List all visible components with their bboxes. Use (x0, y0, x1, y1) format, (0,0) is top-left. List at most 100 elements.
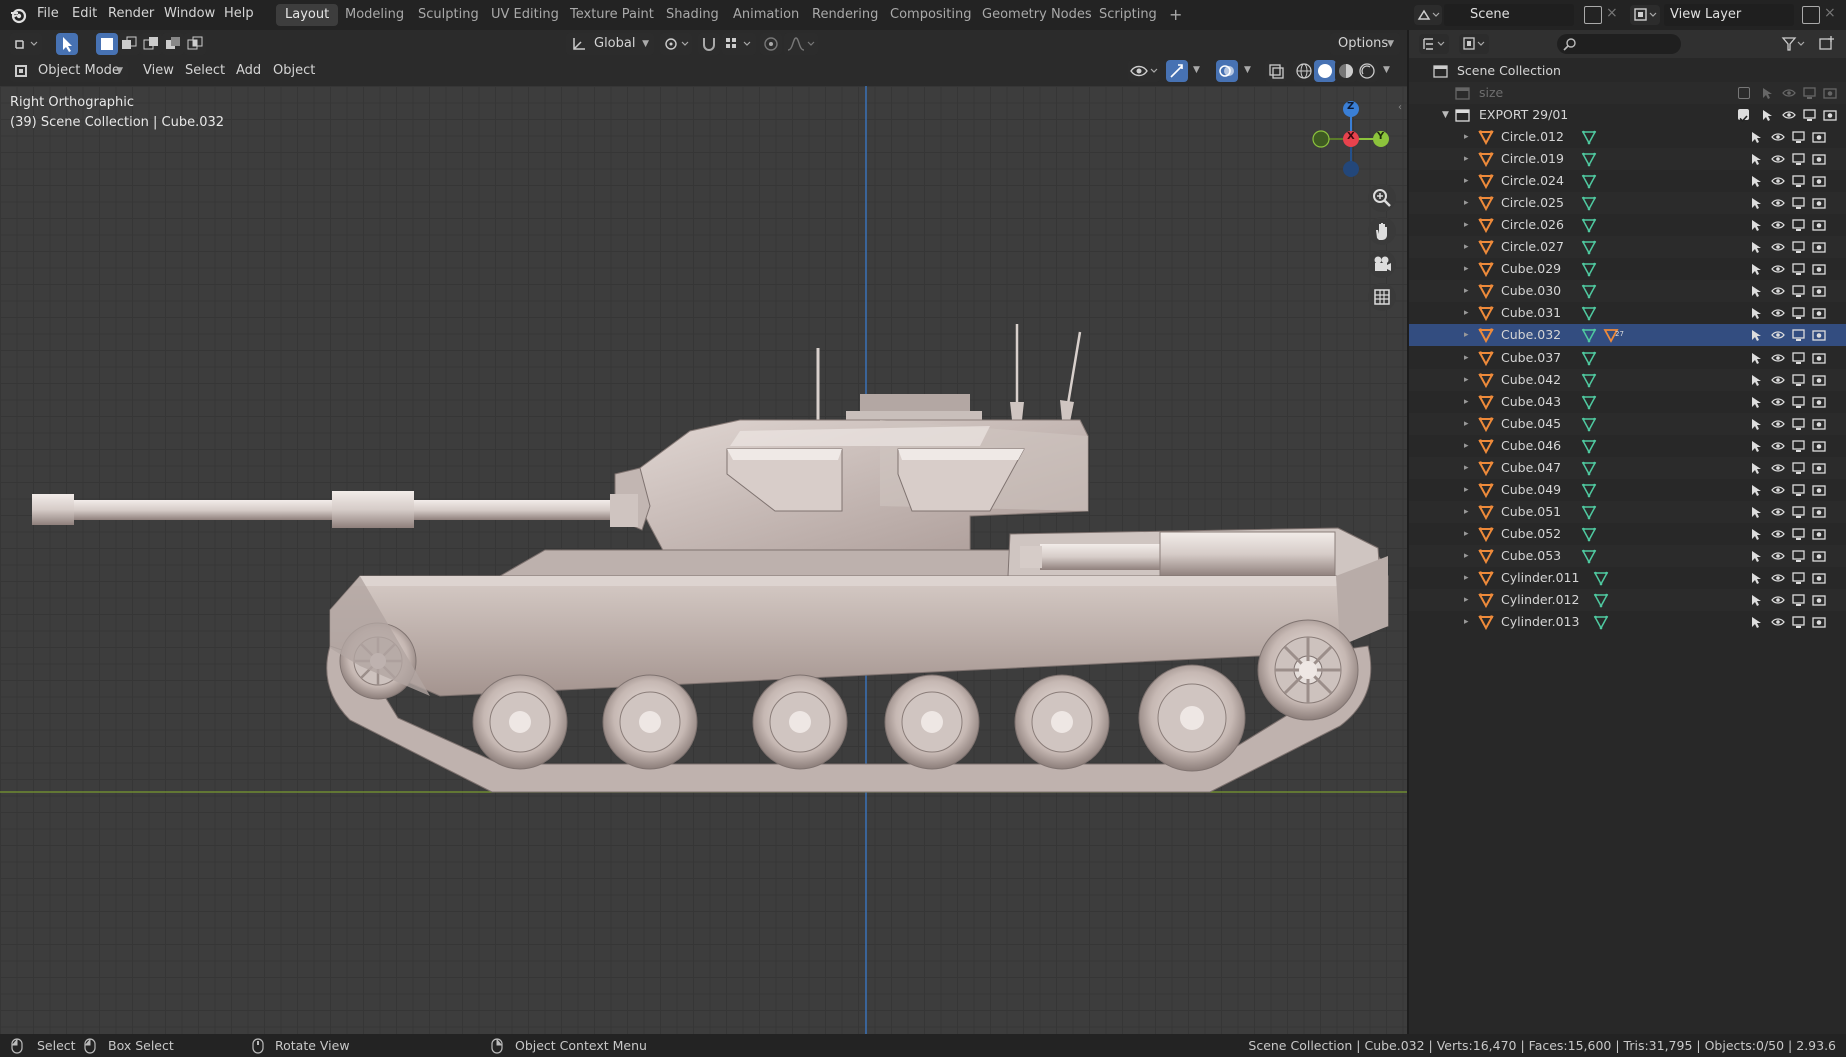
row-visibility-icons[interactable] (1748, 371, 1830, 389)
row-visibility-icons[interactable] (1748, 172, 1830, 190)
outliner-object-row[interactable]: ▸ Cube.032 27 (1409, 324, 1846, 347)
zoom-view-icon[interactable] (1368, 184, 1396, 212)
navigation-gizmo[interactable]: Z Y X (1306, 96, 1396, 186)
tab-uv-editing[interactable]: UV Editing (482, 4, 568, 26)
camera-view-icon[interactable] (1368, 250, 1396, 278)
outliner-object-row[interactable]: ▸ Cube.046 (1409, 435, 1846, 457)
select-invert-icon[interactable] (162, 33, 184, 55)
mesh-data-icon[interactable] (1581, 372, 1597, 388)
row-visibility-icons[interactable] (1748, 282, 1830, 300)
mesh-data-icon[interactable] (1581, 350, 1597, 366)
options-dropdown[interactable]: Options ▼ (1330, 33, 1400, 55)
outliner-object-row[interactable]: ▸ Cube.049 (1409, 479, 1846, 501)
mesh-data-icon[interactable] (1581, 305, 1597, 321)
view-layer-type-icon[interactable] (1630, 5, 1660, 25)
mesh-data-icon[interactable] (1581, 261, 1597, 277)
export-collection-row[interactable]: ▼ EXPORT 29/01 (1409, 104, 1846, 126)
row-visibility-icons[interactable] (1748, 150, 1830, 168)
mesh-data-icon[interactable] (1593, 592, 1609, 608)
outliner-object-row[interactable]: ▸ Circle.027 (1409, 236, 1846, 259)
expand-triangle-icon[interactable]: ▸ (1464, 192, 1469, 214)
xray-toggle-icon[interactable] (1265, 60, 1287, 82)
chevron-down-icon[interactable]: ▼ (1383, 65, 1390, 75)
expand-triangle-icon[interactable]: ▸ (1464, 170, 1469, 192)
mesh-data-icon[interactable] (1581, 283, 1597, 299)
mesh-data-icon[interactable] (1581, 173, 1597, 189)
select-subtract-icon[interactable] (140, 33, 162, 55)
expand-triangle-icon[interactable]: ▸ (1464, 457, 1469, 479)
pan-view-icon[interactable] (1368, 217, 1396, 245)
mesh-data-icon[interactable] (1593, 614, 1609, 630)
outliner-object-row[interactable]: ▸ Circle.012 (1409, 126, 1846, 148)
outliner-editor-type-icon[interactable] (1419, 34, 1449, 54)
row-visibility-icons[interactable] (1748, 393, 1830, 411)
new-scene-icon[interactable] (1584, 6, 1602, 24)
menu-file[interactable]: File (37, 0, 59, 30)
tab-shading[interactable]: Shading (657, 4, 728, 26)
mesh-data-icon[interactable] (1581, 526, 1597, 542)
expand-triangle-icon[interactable]: ▸ (1464, 236, 1469, 258)
outliner-object-row[interactable]: ▸ Circle.019 (1409, 148, 1846, 171)
row-visibility-icons[interactable] (1748, 569, 1830, 587)
expand-triangle-icon[interactable]: ▸ (1464, 369, 1469, 391)
size-collection-row[interactable]: size (1409, 82, 1846, 104)
outliner-object-row[interactable]: ▸ Cube.043 (1409, 391, 1846, 413)
object-mode-dropdown[interactable]: Object Mode ▼ (10, 60, 128, 82)
mesh-data-icon[interactable] (1581, 460, 1597, 476)
select-new-icon[interactable] (96, 33, 118, 55)
expand-triangle-icon[interactable]: ▸ (1464, 479, 1469, 501)
menu-help[interactable]: Help (224, 0, 254, 30)
mesh-data-icon[interactable] (1581, 482, 1597, 498)
row-visibility-icons[interactable] (1748, 304, 1830, 322)
3d-viewport[interactable]: Right Orthographic (39) Scene Collection… (0, 86, 1407, 1034)
menu-select[interactable]: Select (185, 60, 225, 82)
blender-logo-icon[interactable] (9, 6, 27, 28)
mesh-data-icon[interactable] (1581, 239, 1597, 255)
select-intersect-icon[interactable] (184, 33, 206, 55)
solid-shading-icon[interactable] (1314, 60, 1336, 82)
outliner-object-row[interactable]: ▸ Circle.025 (1409, 192, 1846, 215)
outliner-object-row[interactable]: ▸ Cube.037 (1409, 347, 1846, 369)
outliner-object-row[interactable]: ▸ Cube.051 (1409, 500, 1846, 523)
mesh-data-icon[interactable] (1581, 438, 1597, 454)
outliner-object-row[interactable]: ▸ Cube.031 (1409, 302, 1846, 324)
row-visibility-icons[interactable] (1748, 260, 1830, 278)
expand-triangle-icon[interactable]: ▸ (1464, 126, 1469, 148)
row-visibility-icons[interactable] (1748, 437, 1830, 455)
filter-icon[interactable] (1779, 34, 1809, 54)
tab-scripting[interactable]: Scripting (1090, 4, 1166, 26)
mesh-data-icon[interactable] (1581, 548, 1597, 564)
chevron-down-icon[interactable]: ▼ (1244, 65, 1251, 75)
expand-triangle-icon[interactable]: ▸ (1464, 302, 1469, 324)
row-visibility-icons[interactable] (1748, 547, 1830, 565)
menu-object[interactable]: Object (273, 60, 315, 82)
tab-geometry-nodes[interactable]: Geometry Nodes (973, 4, 1101, 26)
outliner-object-row[interactable]: ▸ Cube.047 (1409, 456, 1846, 479)
expand-triangle-icon[interactable]: ▸ (1464, 258, 1469, 280)
row-visibility-icons[interactable] (1748, 503, 1830, 521)
row-visibility-icons[interactable] (1748, 326, 1830, 344)
expand-triangle-icon[interactable]: ▸ (1464, 523, 1469, 545)
delete-scene-icon[interactable]: × (1606, 5, 1618, 21)
menu-view[interactable]: View (143, 60, 174, 82)
mesh-data-icon[interactable] (1593, 570, 1609, 586)
tab-rendering[interactable]: Rendering (803, 4, 887, 26)
exclude-checkbox[interactable] (1738, 87, 1750, 99)
visibility-filter-icon[interactable] (1128, 60, 1160, 82)
tab-compositing[interactable]: Compositing (881, 4, 981, 26)
outliner-search-input[interactable] (1557, 34, 1681, 54)
expand-triangle-icon[interactable]: ▸ (1464, 435, 1469, 457)
expand-triangle-icon[interactable]: ▸ (1464, 280, 1469, 302)
expand-triangle-icon[interactable]: ▸ (1464, 214, 1469, 236)
row-visibility-icons[interactable] (1748, 238, 1830, 256)
tab-texture-paint[interactable]: Texture Paint (561, 4, 663, 26)
expand-triangle-icon[interactable]: ▸ (1464, 148, 1469, 170)
select-tool-icon[interactable] (56, 33, 78, 55)
menu-render[interactable]: Render (108, 0, 154, 30)
expand-triangle-icon[interactable]: ▸ (1464, 611, 1469, 633)
menu-edit[interactable]: Edit (72, 0, 97, 30)
overlays-toggle-icon[interactable] (1216, 60, 1238, 82)
expand-triangle-icon[interactable]: ▸ (1464, 545, 1469, 567)
row-visibility-icons[interactable] (1748, 349, 1830, 367)
expand-triangle-icon[interactable]: ▸ (1464, 589, 1469, 611)
